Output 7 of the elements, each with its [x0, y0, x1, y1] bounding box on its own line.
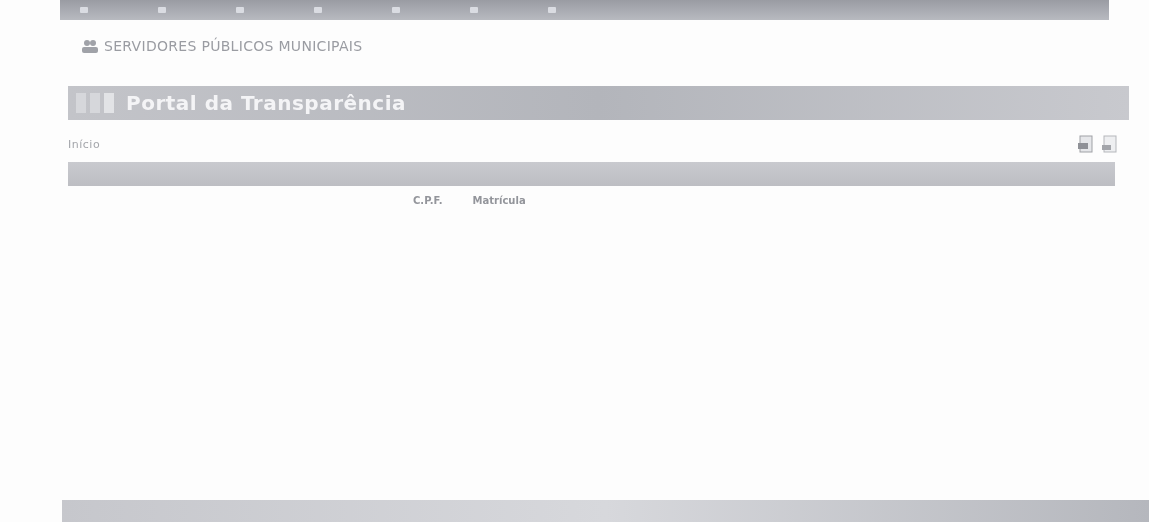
- document-icon[interactable]: [1077, 135, 1095, 153]
- column-header: C.P.F.: [413, 194, 443, 206]
- breadcrumb-link[interactable]: Início: [68, 137, 101, 151]
- page-heading: SERVIDORES PÚBLICOS MUNICIPAIS: [104, 38, 363, 54]
- users-icon: [82, 39, 98, 53]
- document-icon[interactable]: [1101, 135, 1119, 153]
- column-header: Matrícula: [472, 194, 526, 206]
